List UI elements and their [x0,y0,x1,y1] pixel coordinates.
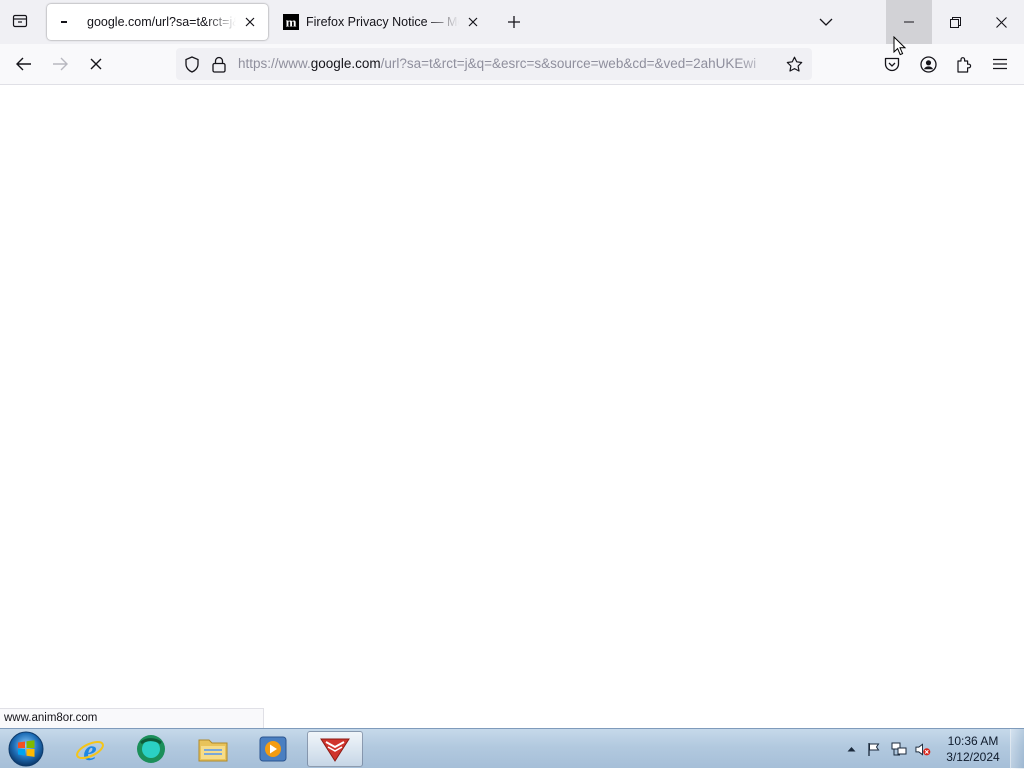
url-bar[interactable]: https://www.google.com/url?sa=t&rct=j&q=… [176,48,812,80]
volume-tray-icon[interactable] [915,741,931,757]
taskbar-internet-explorer[interactable]: e [62,731,118,767]
list-all-tabs-button[interactable] [812,8,840,36]
windows-taskbar: e 10:36 AM 3/12/2024 [0,728,1024,769]
restore-button[interactable] [932,0,978,44]
url-text[interactable]: https://www.google.com/url?sa=t&rct=j&q=… [238,48,776,80]
system-clock[interactable]: 10:36 AM 3/12/2024 [938,733,1008,765]
folder-icon [198,739,228,762]
pocket-button[interactable] [876,48,908,80]
clock-date: 3/12/2024 [946,750,1000,764]
back-icon [16,57,31,71]
media-player-icon [259,736,287,762]
bookmark-star-icon[interactable] [784,54,804,74]
show-hidden-icons-button[interactable] [843,741,859,757]
start-button[interactable] [6,730,46,768]
network-icon [891,742,907,755]
tab-strip: google.com/url?sa=t&rct=j&q=&esrc=s&sour… [0,0,1024,44]
url-rest: /url?sa=t&rct=j&q=&esrc=s&source=web&cd=… [380,56,757,71]
network-tray-icon[interactable] [891,741,907,757]
volume-muted-icon [915,742,931,756]
tab-close-button[interactable] [240,12,260,32]
account-button[interactable] [912,48,944,80]
tab-title: google.com/url?sa=t&rct=j&q=&esrc=s&sour… [87,15,236,29]
pocket-icon [884,57,900,71]
taskbar-green-orb-app[interactable] [123,731,179,767]
link-status-panel: www.anim8or.com [0,708,264,728]
lock-icon[interactable] [209,54,229,74]
taskbar-media-player[interactable] [245,731,301,767]
tab-list-button[interactable] [2,4,38,40]
windows-start-orb-icon [8,731,44,767]
page-content[interactable] [0,85,1024,728]
new-tab-button[interactable] [500,8,528,36]
flag-icon [868,742,880,756]
svg-text:e: e [83,734,96,765]
menu-icon [993,58,1007,70]
tracking-protection-icon[interactable] [182,54,202,74]
chevron-down-icon [819,18,833,26]
loading-dash-icon [57,14,73,30]
minimize-icon [904,21,914,23]
status-url: www.anim8or.com [4,712,98,724]
action-center-flag[interactable] [866,741,882,757]
extensions-button[interactable] [948,48,980,80]
clock-time: 10:36 AM [947,734,999,748]
green-orb-icon [137,735,165,763]
app-menu-button[interactable] [984,48,1016,80]
extensions-icon [957,56,972,73]
navigation-toolbar: https://www.google.com/url?sa=t&rct=j&q=… [0,44,1024,85]
plus-icon [508,16,520,28]
show-desktop-button[interactable] [1010,729,1024,769]
account-icon [919,55,937,73]
tab-close-button[interactable] [463,12,483,32]
tray-up-arrow-icon [847,747,855,752]
tab-list-icon [12,13,28,32]
internet-explorer-icon: e [76,734,104,765]
anim8or-icon [320,738,350,762]
taskbar-file-explorer[interactable] [185,731,241,767]
svg-text:m: m [286,15,297,30]
tab-title: Firefox Privacy Notice — Mozilla [306,15,459,29]
minimize-button[interactable] [886,0,932,44]
taskbar-anim8or[interactable] [307,731,363,767]
close-icon [995,16,1007,28]
url-prefix: https://www. [238,56,311,71]
restore-icon [949,16,961,28]
stop-icon [90,58,102,70]
forward-button[interactable] [44,48,76,80]
tab-google-url[interactable]: google.com/url?sa=t&rct=j&q=&esrc=s&sour… [47,4,268,40]
tab-firefox-privacy-notice[interactable]: m Firefox Privacy Notice — Mozilla [273,4,491,40]
stop-button[interactable] [80,48,112,80]
close-icon [245,17,255,27]
back-button[interactable] [8,48,40,80]
close-icon [468,17,478,27]
mozilla-m-icon: m [283,14,299,30]
url-domain: google.com [310,56,381,71]
forward-icon [53,57,68,71]
close-window-button[interactable] [978,0,1024,44]
